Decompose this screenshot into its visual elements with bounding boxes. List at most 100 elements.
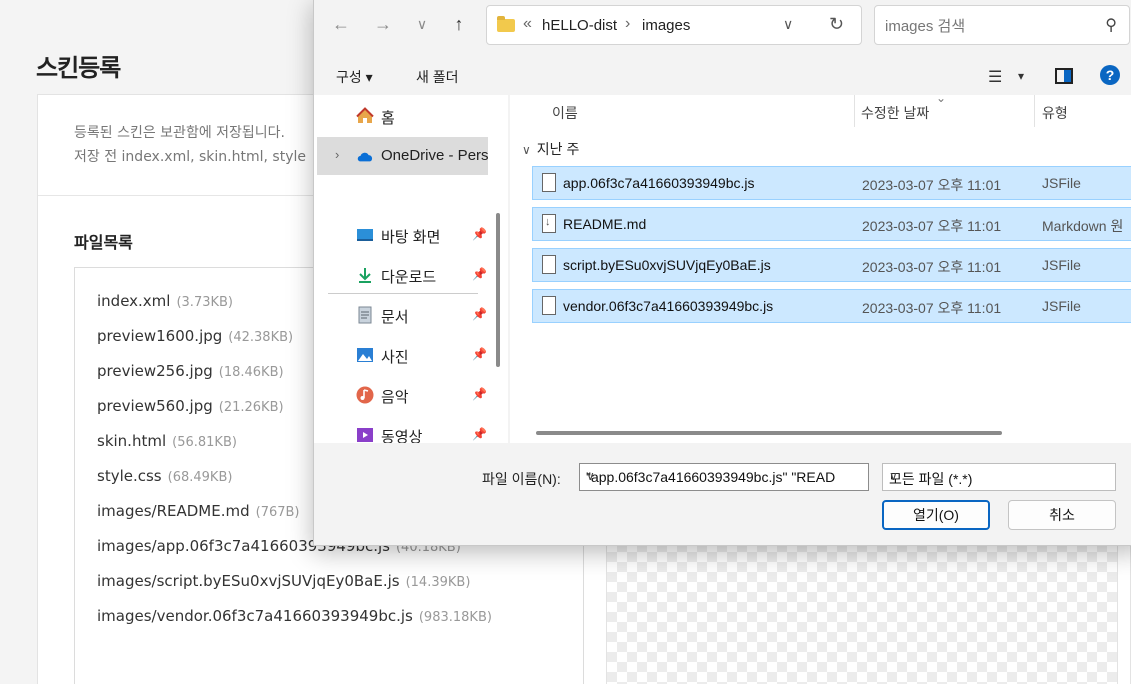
help-icon[interactable]: ? <box>1100 65 1120 85</box>
markdown-file-icon <box>542 214 556 233</box>
organize-button[interactable]: 구성 ▾ <box>336 67 373 87</box>
pin-icon[interactable]: 📌 <box>472 307 487 321</box>
recent-locations-button[interactable]: ∨ <box>409 11 435 37</box>
file-icon <box>542 173 556 192</box>
nav-item-videos[interactable]: 동영상 📌 <box>314 416 490 443</box>
overflow-chevron-icon[interactable]: « <box>523 15 532 33</box>
column-divider[interactable] <box>1034 95 1035 127</box>
file-type: JSFile <box>1042 298 1081 314</box>
nav-item-desktop[interactable]: 바탕 화면 📌 <box>314 216 490 254</box>
search-box[interactable]: ⚲ <box>874 5 1130 45</box>
address-bar[interactable]: « hELLO-dist › images ∨ ↻ <box>486 5 862 45</box>
preview-pane-icon[interactable] <box>1055 68 1073 84</box>
expand-chevron-icon[interactable]: › <box>335 147 339 162</box>
pin-icon[interactable]: 📌 <box>472 227 487 241</box>
filetype-select[interactable]: 모든 파일 (*.*) ∨ <box>882 463 1116 491</box>
nav-item-label: 동영상 <box>381 429 423 443</box>
command-bar: 구성 ▾ 새 폴더 ☰ ▾ <box>314 59 1131 93</box>
file-open-dialog: ← → ∨ ↑ « hELLO-dist › images ∨ ↻ ⚲ 구성 ▾… <box>313 0 1131 546</box>
nav-item-label: 문서 <box>381 309 409 326</box>
breadcrumb-images[interactable]: images <box>642 17 690 34</box>
file-type: JSFile <box>1042 257 1081 273</box>
table-row[interactable]: README.md 2023-03-07 오후 11:01 Markdown 원 <box>532 207 1131 241</box>
pin-icon[interactable]: 📌 <box>472 347 487 361</box>
file-name: index.xml <box>97 292 171 310</box>
desktop-icon <box>357 229 373 241</box>
horizontal-scrollbar[interactable] <box>536 431 1002 435</box>
file-size: (18.46KB) <box>218 365 284 380</box>
address-dropdown-icon[interactable]: ∨ <box>783 16 793 33</box>
nav-item-label: 음악 <box>381 389 409 406</box>
file-name: script.byESu0xvjSUVjqEy0BaE.js <box>563 257 771 273</box>
file-size: (56.81KB) <box>172 435 237 450</box>
notice-line: 등록된 스킨은 보관함에 저장됩니다. <box>74 125 285 141</box>
view-dropdown-icon[interactable]: ▾ <box>1018 69 1024 83</box>
table-row[interactable]: vendor.06f3c7a41660393949bc.js 2023-03-0… <box>532 289 1131 323</box>
video-icon <box>357 428 373 442</box>
pin-icon[interactable]: 📌 <box>472 427 487 441</box>
nav-item-pictures[interactable]: 사진 📌 <box>314 336 490 374</box>
file-name: images/script.byESu0xvjSUVjqEy0BaE.js <box>97 572 400 590</box>
group-collapse-icon[interactable]: ∨ <box>522 143 531 157</box>
open-button[interactable]: 열기(O) <box>882 500 990 530</box>
view-options-icon[interactable]: ☰ <box>988 67 1002 87</box>
file-name: preview560.jpg <box>97 397 213 415</box>
filename-label: 파일 이름(N): <box>482 471 561 487</box>
file-name: preview256.jpg <box>97 362 213 380</box>
nav-scrollbar[interactable] <box>496 213 500 367</box>
breadcrumb-hello-dist[interactable]: hELLO-dist <box>542 17 617 34</box>
up-button[interactable]: ↑ <box>446 11 472 37</box>
preview-area <box>606 541 1118 684</box>
new-folder-button[interactable]: 새 폴더 <box>416 67 459 87</box>
nav-item-label: 홈 <box>381 110 395 127</box>
search-input[interactable] <box>885 15 1085 37</box>
home-icon <box>356 107 374 123</box>
file-name: images/vendor.06f3c7a41660393949bc.js <box>97 607 413 625</box>
file-name: README.md <box>563 216 647 232</box>
cloud-icon <box>357 152 373 162</box>
chevron-down-icon[interactable]: ∨ <box>889 469 1109 483</box>
nav-item-onedrive[interactable]: › OneDrive - Pers <box>317 137 489 175</box>
music-icon <box>356 386 374 404</box>
table-row[interactable]: script.byESu0xvjSUVjqEy0BaE.js 2023-03-0… <box>532 248 1131 282</box>
group-label: 지난 주 <box>536 141 580 157</box>
nav-item-documents[interactable]: 문서 📌 <box>314 296 490 334</box>
notice-line: 저장 전 index.xml, skin.html, style <box>74 149 306 165</box>
nav-item-home[interactable]: 홈 <box>314 97 490 135</box>
file-date: 2023-03-07 오후 11:01 <box>862 259 1002 275</box>
file-size: (68.49KB) <box>167 470 233 485</box>
cancel-button[interactable]: 취소 <box>1008 500 1116 530</box>
column-header-name[interactable]: 이름 <box>552 103 578 123</box>
file-name: style.css <box>97 467 162 485</box>
navigation-pane: 홈 › OneDrive - Pers 바탕 화면 📌 다운로드 📌 문서 📌 … <box>314 95 508 443</box>
list-item: images/script.byESu0xvjSUVjqEy0BaE.js (14… <box>97 564 492 599</box>
nav-item-music[interactable]: 음악 📌 <box>314 376 490 414</box>
column-header-date[interactable]: 수정한 날짜 <box>861 103 929 123</box>
download-icon <box>359 268 371 283</box>
table-row[interactable]: app.06f3c7a41660393949bc.js 2023-03-07 오… <box>532 166 1131 200</box>
chevron-down-icon[interactable]: ∨ <box>586 469 842 483</box>
document-icon <box>358 306 372 324</box>
nav-item-downloads[interactable]: 다운로드 📌 <box>314 256 490 294</box>
file-name: skin.html <box>97 432 167 450</box>
refresh-icon[interactable]: ↻ <box>829 14 844 35</box>
sort-indicator-icon: ⌄ <box>936 95 947 105</box>
file-type: JSFile <box>1042 175 1081 191</box>
nav-item-label: 사진 <box>381 349 409 366</box>
group-header-last-week[interactable]: ∨ 지난 주 <box>522 139 579 159</box>
forward-button[interactable]: → <box>370 11 396 37</box>
file-icon <box>542 296 556 315</box>
filelist-title: 파일목록 <box>74 233 133 252</box>
file-pane: 이름 ⌄ 수정한 날짜 유형 ∨ 지난 주 app.06f3c7a41660393… <box>510 95 1131 443</box>
pin-icon[interactable]: 📌 <box>472 387 487 401</box>
pin-icon[interactable]: 📌 <box>472 267 487 281</box>
back-button[interactable]: ← <box>328 11 354 37</box>
column-header-type[interactable]: 유형 <box>1042 103 1068 123</box>
nav-item-label: 다운로드 <box>381 269 437 286</box>
nav-item-label: OneDrive - Pers <box>381 147 489 164</box>
list-item: images/vendor.06f3c7a41660393949bc.js (98… <box>97 599 492 634</box>
file-name: vendor.06f3c7a41660393949bc.js <box>563 298 774 314</box>
column-divider[interactable] <box>854 95 855 127</box>
search-icon[interactable]: ⚲ <box>1105 15 1117 35</box>
filename-input[interactable]: "app.06f3c7a41660393949bc.js" "READ ∨ <box>579 463 869 491</box>
